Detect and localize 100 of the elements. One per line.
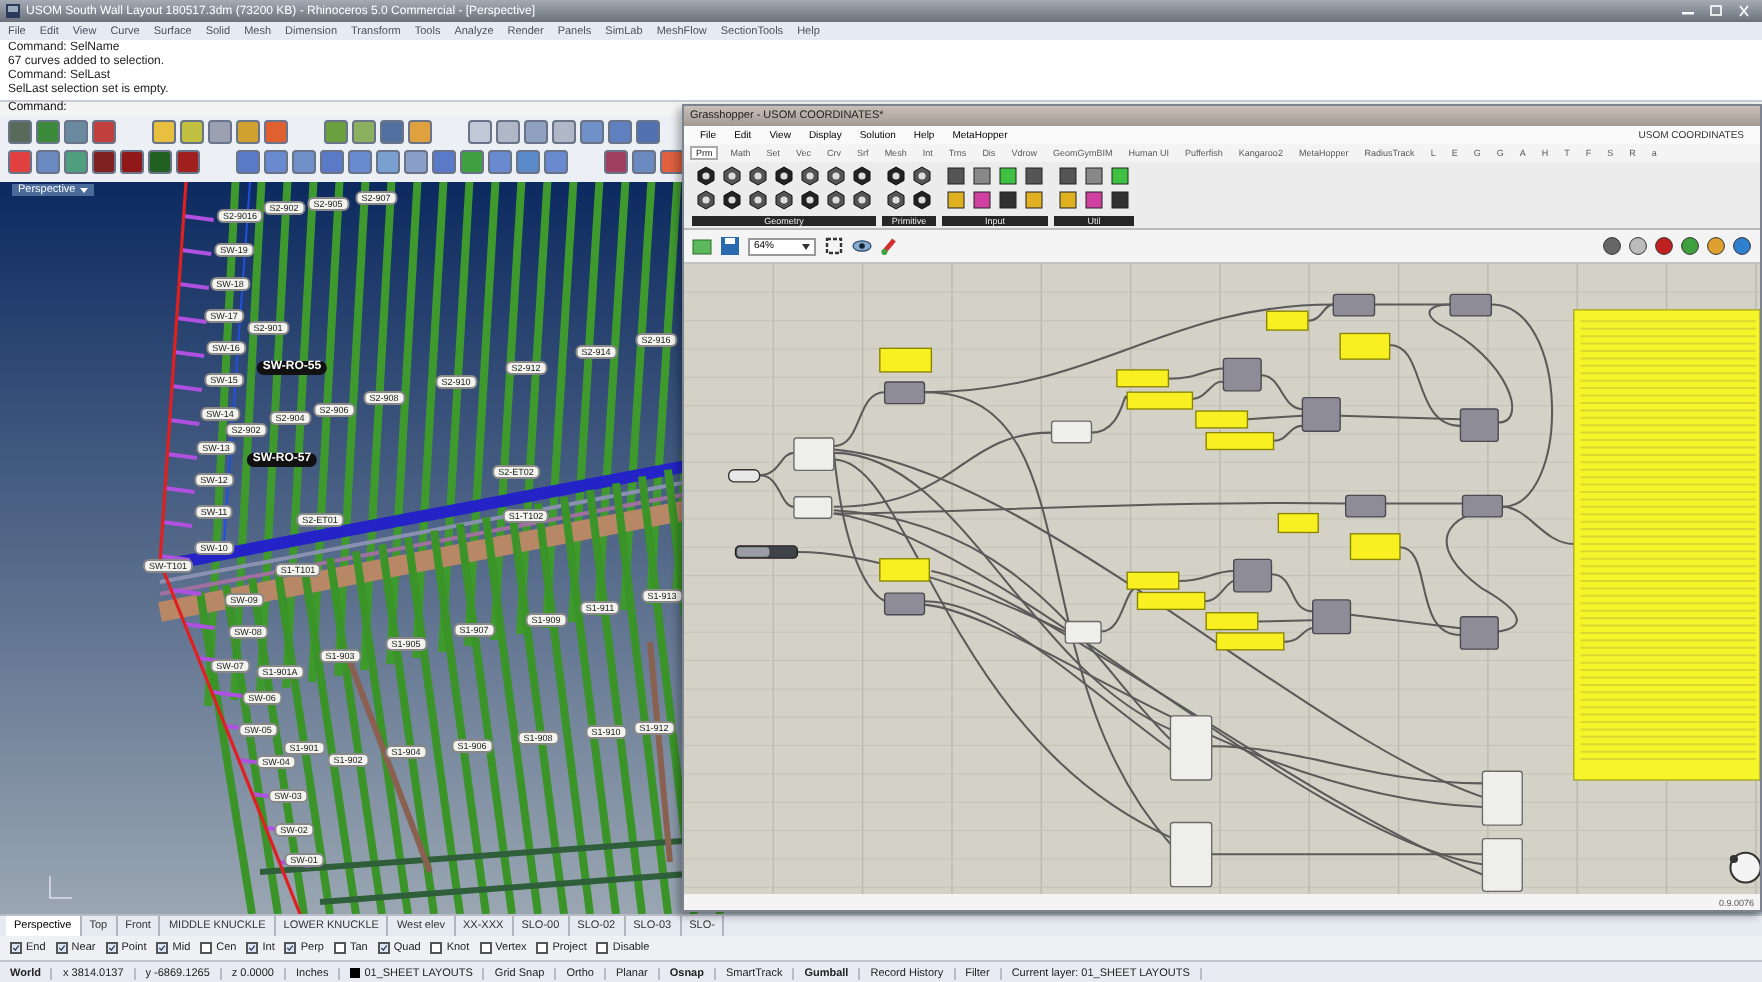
component-node[interactable] — [1449, 293, 1492, 317]
component-icon[interactable] — [826, 166, 846, 186]
checkbox[interactable] — [55, 942, 68, 954]
frame-icon[interactable] — [824, 236, 844, 256]
checkbox[interactable] — [430, 942, 443, 954]
component-node[interactable] — [1481, 838, 1523, 892]
toolbar-icon[interactable] — [92, 120, 116, 144]
panel-node[interactable] — [1205, 431, 1275, 451]
toolbar-icon[interactable] — [604, 150, 628, 174]
panel-node[interactable] — [1126, 571, 1180, 590]
component-icon[interactable] — [826, 190, 846, 210]
maximize-icon[interactable] — [1704, 4, 1728, 18]
component-icon[interactable] — [852, 190, 872, 210]
panel-node[interactable] — [879, 347, 933, 373]
checkbox[interactable] — [246, 942, 259, 954]
toolbar-icon[interactable] — [148, 150, 172, 174]
checkbox[interactable] — [377, 942, 390, 954]
component-node[interactable] — [1169, 821, 1213, 888]
component-icon[interactable] — [800, 166, 820, 186]
panel-node[interactable] — [1349, 533, 1401, 561]
component-node[interactable] — [1233, 558, 1273, 593]
component-node[interactable] — [1301, 396, 1341, 432]
component-icon[interactable] — [696, 190, 716, 210]
toolbar-icon[interactable] — [236, 120, 260, 144]
component-node[interactable] — [1332, 293, 1376, 317]
component-icon[interactable] — [696, 166, 716, 186]
component-icon[interactable] — [748, 166, 768, 186]
wire — [1273, 424, 1303, 442]
eye-icon[interactable] — [852, 236, 872, 256]
component-icon[interactable] — [912, 190, 932, 210]
component-icon[interactable] — [774, 166, 794, 186]
checkbox[interactable] — [200, 942, 213, 954]
component-icon[interactable] — [748, 190, 768, 210]
app-icon — [6, 4, 20, 18]
brush-icon[interactable] — [880, 236, 900, 256]
toggle-node[interactable] — [728, 469, 761, 483]
compass-icon[interactable] — [1729, 851, 1760, 884]
panel-node[interactable] — [1116, 369, 1170, 388]
number-slider[interactable] — [734, 545, 799, 559]
toolbar-icon[interactable] — [180, 120, 204, 144]
toolbar-icon[interactable] — [408, 120, 432, 144]
component-node[interactable] — [1461, 494, 1503, 518]
caret-icon — [802, 243, 810, 249]
component-node[interactable] — [1459, 616, 1499, 650]
component-node[interactable] — [1459, 408, 1499, 443]
checkbox[interactable] — [596, 942, 609, 954]
checkbox[interactable] — [156, 942, 169, 954]
checkbox[interactable] — [10, 942, 22, 954]
panel-node[interactable] — [1339, 332, 1391, 360]
layer-swatch — [350, 968, 361, 978]
component-icon[interactable] — [722, 190, 742, 210]
component-node[interactable] — [1312, 599, 1352, 635]
panel-node[interactable] — [1277, 512, 1319, 534]
toolbar-icon[interactable] — [92, 150, 116, 174]
panel-node[interactable] — [1215, 632, 1285, 651]
folder-icon[interactable] — [692, 236, 712, 256]
checkbox[interactable] — [333, 942, 346, 954]
toolbar-icon[interactable] — [176, 150, 200, 174]
panel-node[interactable] — [879, 558, 930, 582]
component-node[interactable] — [1169, 715, 1213, 781]
toolbar-icon[interactable] — [120, 150, 144, 174]
component-icon[interactable] — [912, 166, 932, 186]
wire — [759, 474, 795, 508]
axes-icon — [44, 874, 76, 902]
component-node[interactable] — [1222, 357, 1262, 392]
component-node[interactable] — [793, 496, 833, 519]
checkbox[interactable] — [284, 942, 297, 954]
component-icon[interactable] — [886, 190, 906, 210]
panel-node[interactable] — [1195, 410, 1249, 429]
toolbar-icon[interactable] — [208, 120, 232, 144]
component-icon[interactable] — [852, 166, 872, 186]
panel-node[interactable] — [1205, 612, 1259, 631]
component-icon[interactable] — [774, 190, 794, 210]
wire — [1247, 414, 1303, 421]
panel-node[interactable] — [1126, 391, 1194, 410]
toolbar-icon[interactable] — [352, 120, 376, 144]
toolbar-icon[interactable] — [380, 120, 404, 144]
toolbar-icon[interactable] — [8, 120, 32, 144]
checkbox[interactable] — [479, 942, 492, 954]
checkbox[interactable] — [536, 942, 549, 954]
toolbar-icon[interactable] — [496, 120, 520, 144]
component-node[interactable] — [1481, 770, 1523, 826]
panel-node[interactable] — [1266, 310, 1309, 331]
component-node[interactable] — [1050, 420, 1093, 444]
save-icon[interactable] — [720, 236, 740, 256]
component-node[interactable] — [1345, 494, 1387, 518]
toolbar-icon[interactable] — [552, 120, 576, 144]
panel-node[interactable] — [1136, 591, 1206, 611]
toolbar-icon[interactable] — [468, 120, 492, 144]
toolbar-icon[interactable] — [152, 120, 176, 144]
component-node[interactable] — [883, 592, 926, 616]
component-icon[interactable] — [722, 166, 742, 186]
component-node[interactable] — [1064, 620, 1102, 644]
wire — [759, 451, 795, 477]
checkbox[interactable] — [105, 942, 118, 954]
component-icon[interactable] — [800, 190, 820, 210]
component-node[interactable] — [883, 381, 926, 405]
component-node[interactable] — [793, 437, 835, 472]
caret-icon — [79, 186, 88, 194]
component-icon[interactable] — [886, 166, 906, 186]
